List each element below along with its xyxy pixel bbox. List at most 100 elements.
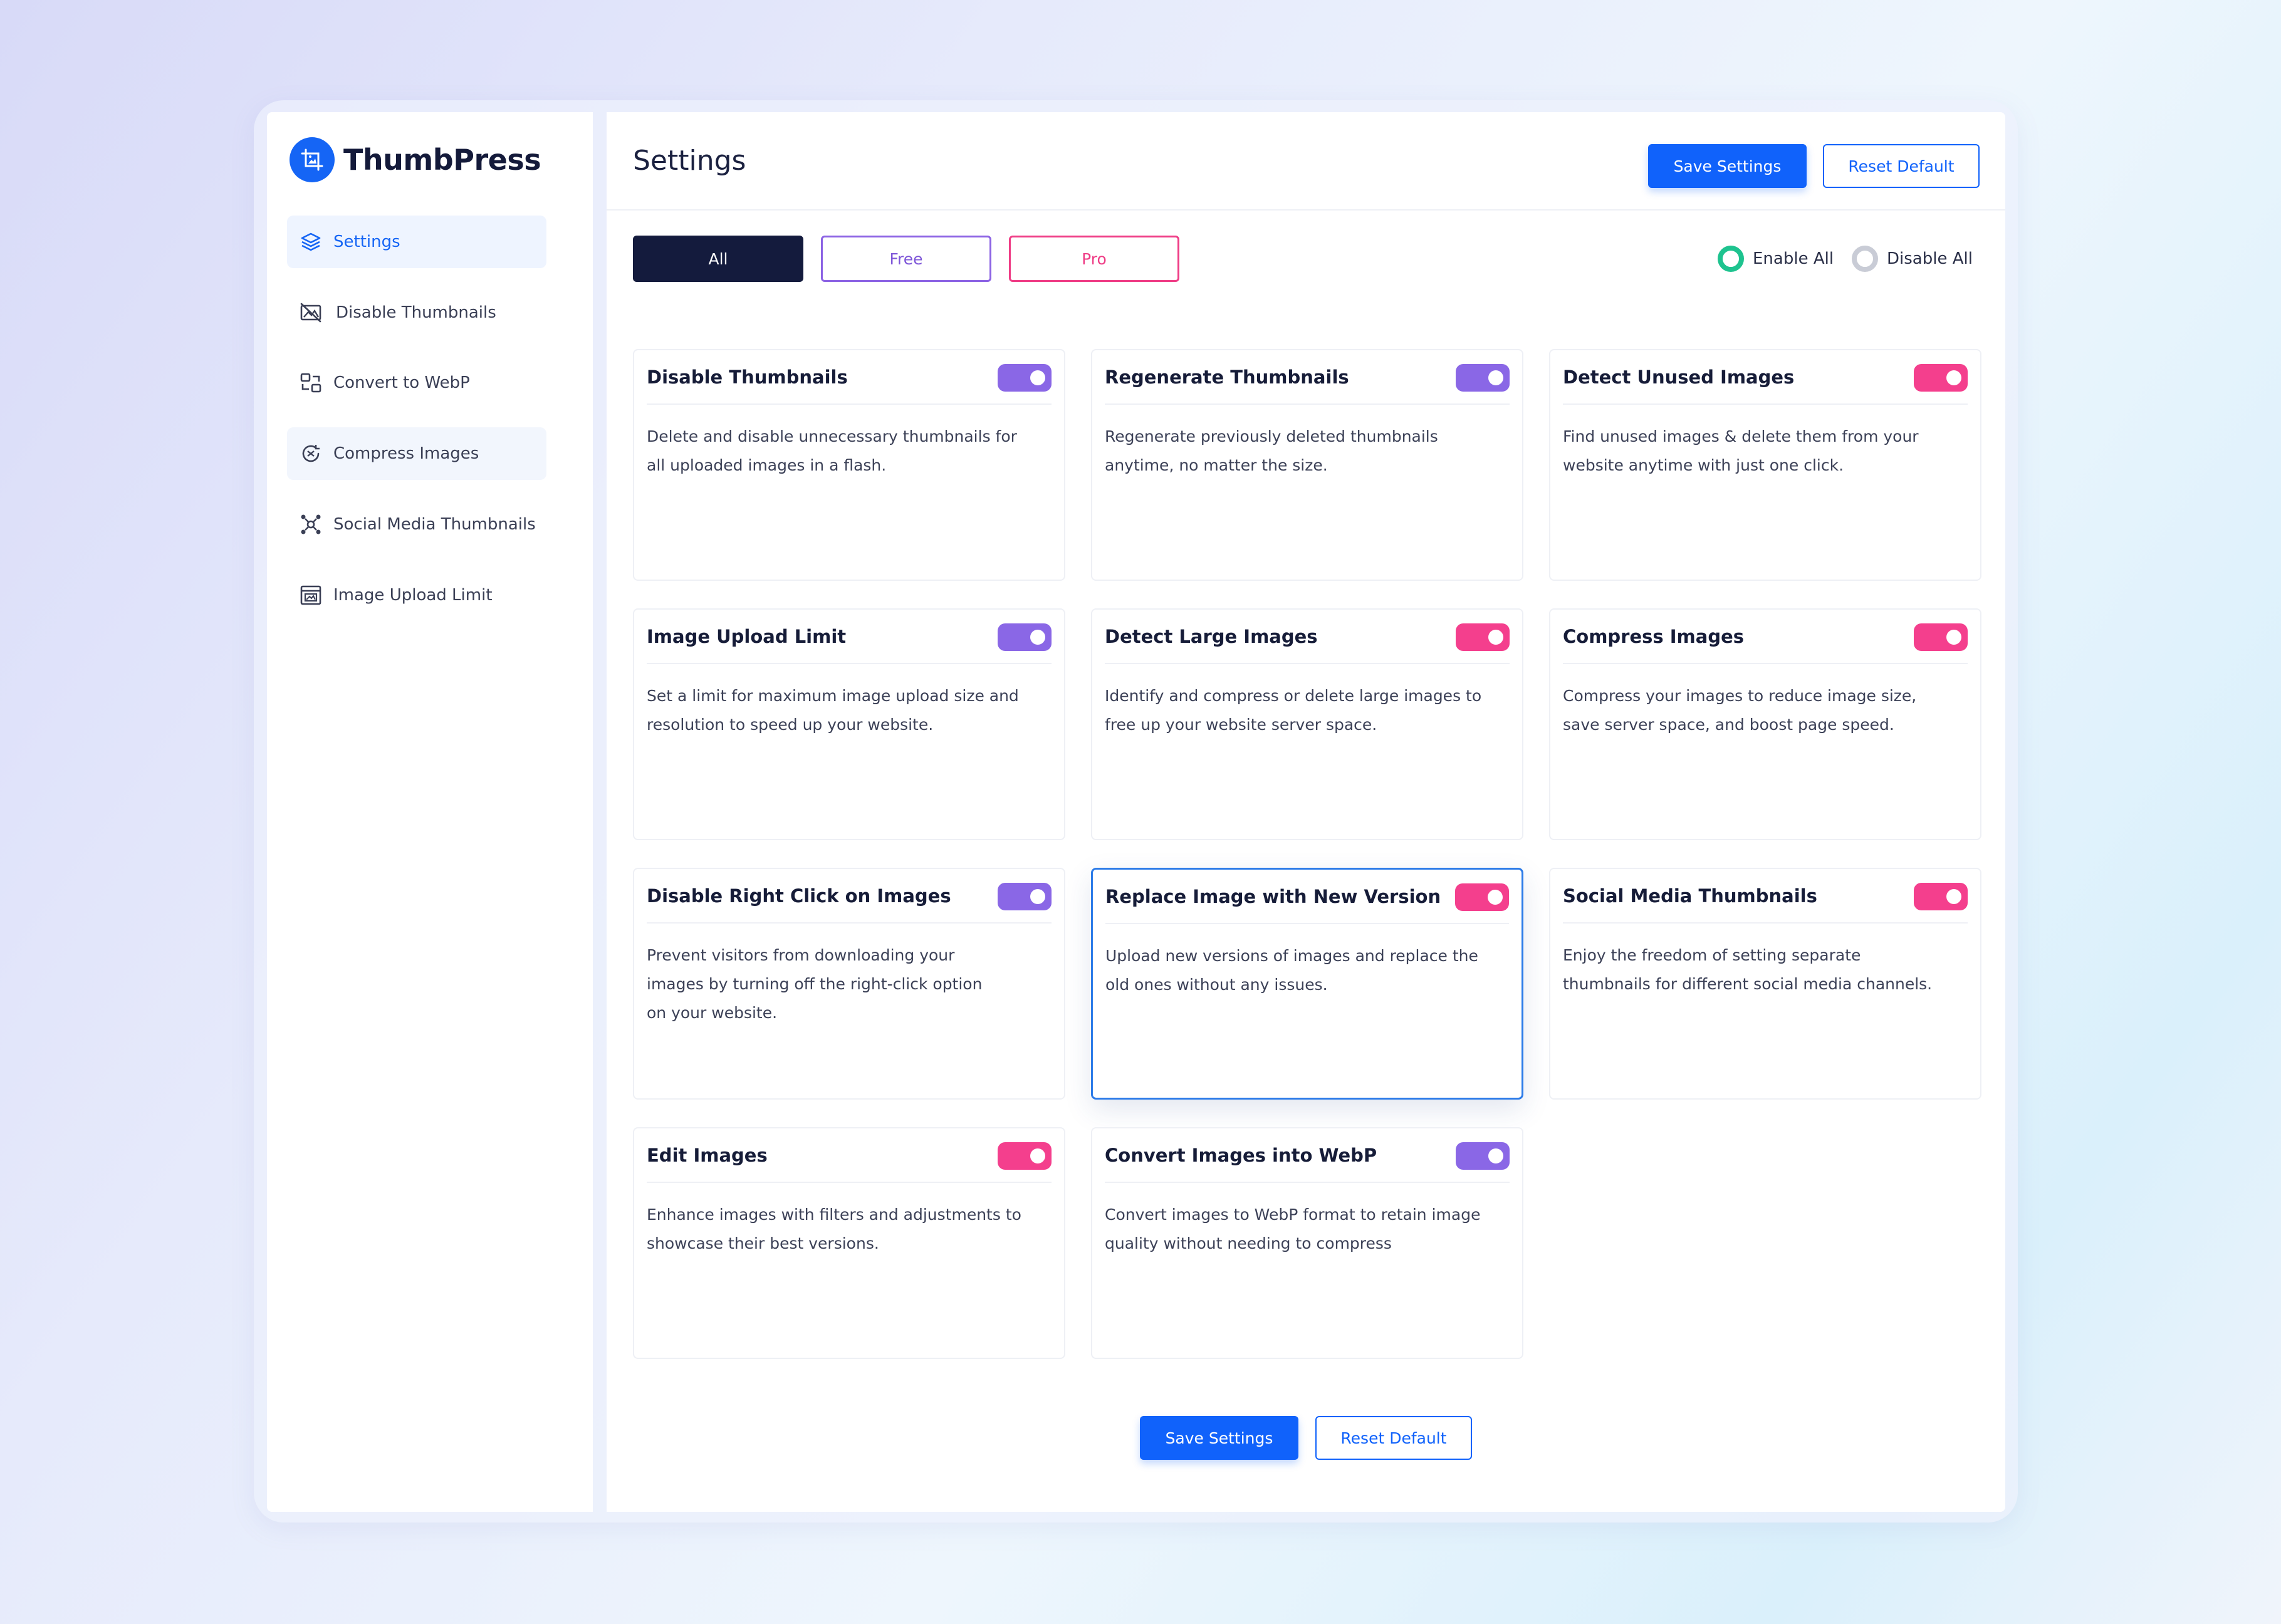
card-title: Replace Image with New Version — [1105, 886, 1441, 907]
card-divider — [1563, 922, 1968, 924]
thumbpress-logo-icon — [290, 137, 335, 182]
sidebar-item-label: Image Upload Limit — [333, 586, 493, 605]
module-toggle[interactable] — [1456, 623, 1510, 651]
module-card-disable-thumbnails: Disable Thumbnails Delete and disable un… — [633, 349, 1065, 581]
card-divider — [647, 403, 1052, 405]
module-card-detect-unused-images: Detect Unused Images Find unused images … — [1549, 349, 1981, 581]
module-toggle[interactable] — [1914, 364, 1968, 392]
compress-icon — [298, 441, 323, 466]
sidebar-item-disable-thumbnails[interactable]: Disable Thumbnails — [287, 286, 546, 339]
header-divider — [607, 209, 2005, 211]
layers-icon — [298, 229, 323, 254]
sidebar: ThumbPress Settings Disable Thumbnails C… — [267, 112, 593, 1512]
sidebar-item-label: Social Media Thumbnails — [333, 515, 536, 534]
image-off-icon — [298, 300, 323, 325]
card-title: Convert Images into WebP — [1105, 1145, 1377, 1166]
module-toggle[interactable] — [1456, 364, 1510, 392]
module-toggle[interactable] — [998, 883, 1052, 910]
footer-save-settings-button[interactable]: Save Settings — [1140, 1416, 1298, 1460]
card-title: Disable Thumbnails — [647, 367, 848, 388]
sidebar-item-convert-to-webp[interactable]: Convert to WebP — [287, 357, 546, 409]
module-toggle[interactable] — [998, 364, 1052, 392]
upload-limit-icon — [298, 583, 323, 608]
card-description: Enjoy the freedom of setting separate th… — [1563, 946, 1933, 993]
sidebar-item-label: Convert to WebP — [333, 373, 470, 392]
module-card-replace-image: Replace Image with New Version Upload ne… — [1091, 868, 1523, 1100]
toggle-knob — [1030, 630, 1045, 645]
enable-all-label: Enable All — [1753, 249, 1834, 268]
card-title: Compress Images — [1563, 626, 1745, 647]
module-card-convert-images-webp: Convert Images into WebP Convert images … — [1091, 1127, 1523, 1359]
card-divider — [1563, 403, 1968, 405]
card-title: Regenerate Thumbnails — [1105, 367, 1349, 388]
card-description: Identify and compress or delete large im… — [1105, 687, 1482, 734]
toggle-knob — [1946, 370, 1961, 385]
card-divider — [647, 663, 1052, 664]
card-description: Set a limit for maximum image upload siz… — [647, 687, 1019, 734]
toggle-knob — [1488, 370, 1503, 385]
card-title: Image Upload Limit — [647, 626, 847, 647]
module-toggle[interactable] — [1914, 623, 1968, 651]
enable-all-option[interactable]: Enable All — [1718, 246, 1834, 272]
module-card-edit-images: Edit Images Enhance images with filters … — [633, 1127, 1065, 1359]
card-title: Disable Right Click on Images — [647, 885, 951, 907]
card-description: Enhance images with filters and adjustme… — [647, 1205, 1021, 1252]
module-card-detect-large-images: Detect Large Images Identify and compres… — [1091, 608, 1523, 840]
enable-all-radio[interactable] — [1718, 246, 1744, 272]
toggle-knob — [1030, 1148, 1045, 1163]
sidebar-item-label: Compress Images — [333, 444, 479, 463]
sidebar-item-compress-images[interactable]: Compress Images — [287, 427, 546, 480]
filter-pro-button[interactable]: Pro — [1009, 236, 1179, 282]
filter-all-button[interactable]: All — [633, 236, 803, 282]
card-description: Regenerate previously deleted thumbnails… — [1105, 427, 1438, 474]
module-toggle[interactable] — [1914, 883, 1968, 910]
disable-all-radio[interactable] — [1852, 246, 1878, 272]
module-card-compress-images: Compress Images Compress your images to … — [1549, 608, 1981, 840]
toggle-knob — [1946, 630, 1961, 645]
toggle-knob — [1030, 370, 1045, 385]
card-title: Detect Large Images — [1105, 626, 1318, 647]
card-divider — [1563, 663, 1968, 664]
convert-icon — [298, 370, 323, 395]
sidebar-item-social-media-thumbnails[interactable]: Social Media Thumbnails — [287, 498, 546, 551]
card-description: Find unused images & delete them from yo… — [1563, 427, 1919, 474]
card-title: Detect Unused Images — [1563, 367, 1795, 388]
module-toggle[interactable] — [1456, 1142, 1510, 1170]
sidebar-item-label: Settings — [333, 232, 400, 251]
module-toggle[interactable] — [998, 623, 1052, 651]
save-settings-button[interactable]: Save Settings — [1648, 144, 1807, 188]
card-divider — [1105, 1182, 1510, 1183]
card-title: Social Media Thumbnails — [1563, 885, 1817, 907]
filter-free-button[interactable]: Free — [821, 236, 991, 282]
toggle-knob — [1488, 890, 1503, 905]
card-description: Delete and disable unnecessary thumbnail… — [647, 427, 1017, 474]
card-divider — [647, 922, 1052, 924]
footer-reset-default-button[interactable]: Reset Default — [1315, 1416, 1472, 1460]
disable-all-label: Disable All — [1887, 249, 1973, 268]
card-description: Convert images to WebP format to retain … — [1105, 1205, 1481, 1252]
sidebar-item-label: Disable Thumbnails — [336, 303, 496, 322]
disable-all-option[interactable]: Disable All — [1852, 246, 1973, 272]
reset-default-button[interactable]: Reset Default — [1823, 144, 1980, 188]
page-title: Settings — [633, 145, 746, 177]
module-card-regenerate-thumbnails: Regenerate Thumbnails Regenerate previou… — [1091, 349, 1523, 581]
module-toggle[interactable] — [1455, 883, 1509, 911]
brand: ThumbPress — [290, 137, 541, 182]
card-description: Prevent visitors from downloading your i… — [647, 946, 983, 1022]
module-card-disable-right-click: Disable Right Click on Images Prevent vi… — [633, 868, 1065, 1100]
toggle-knob — [1488, 1148, 1503, 1163]
module-toggle[interactable] — [998, 1142, 1052, 1170]
sidebar-item-image-upload-limit[interactable]: Image Upload Limit — [287, 569, 546, 622]
module-card-social-media-thumbnails: Social Media Thumbnails Enjoy the freedo… — [1549, 868, 1981, 1100]
module-card-image-upload-limit: Image Upload Limit Set a limit for maxim… — [633, 608, 1065, 840]
share-nodes-icon — [298, 512, 323, 537]
card-title: Edit Images — [647, 1145, 768, 1166]
main-panel: Settings Save Settings Reset Default All… — [607, 112, 2005, 1512]
card-divider — [1105, 923, 1509, 924]
card-description: Compress your images to reduce image siz… — [1563, 687, 1917, 734]
card-divider — [1105, 403, 1510, 405]
card-divider — [647, 1182, 1052, 1183]
brand-name: ThumbPress — [343, 143, 541, 177]
sidebar-item-settings[interactable]: Settings — [287, 216, 546, 268]
toggle-knob — [1030, 889, 1045, 904]
